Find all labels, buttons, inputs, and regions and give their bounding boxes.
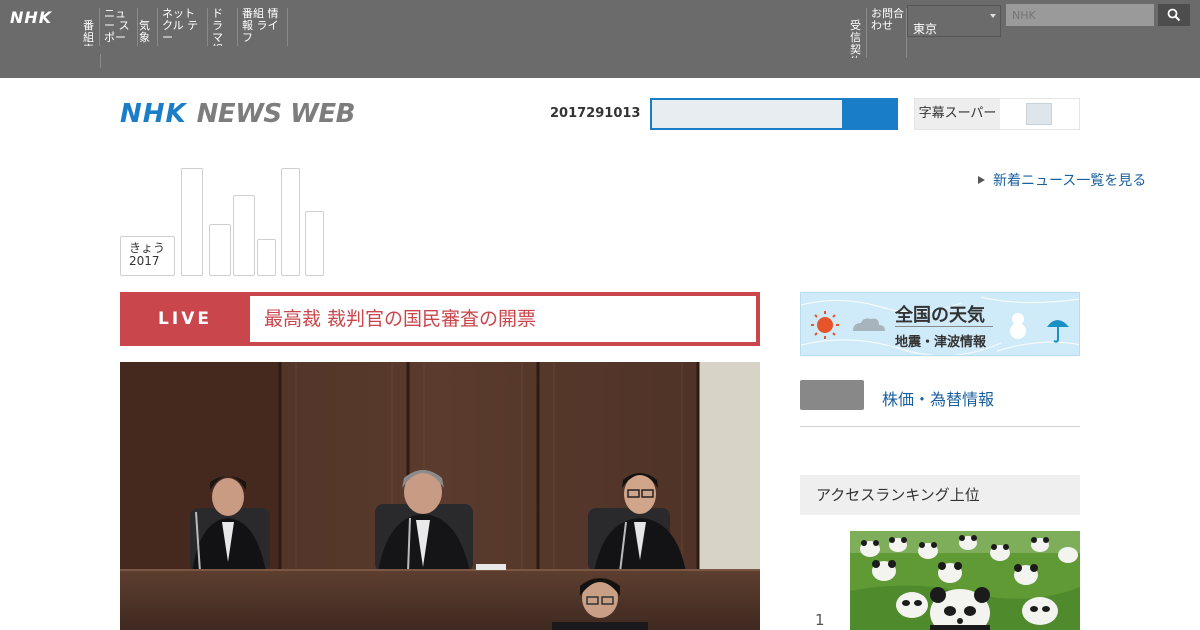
latest-news-link[interactable]: 新着ニュース一覧を見る <box>978 170 1146 190</box>
global-nav-item[interactable]: ネットクル テー <box>158 8 208 46</box>
stock-info: 株価・為替情報 <box>800 380 1080 427</box>
weather-subtitle: 地震・津波情報 <box>895 335 987 350</box>
region-select-value: 東京 <box>913 22 938 36</box>
nav-divider <box>100 54 101 68</box>
graph-bar[interactable] <box>181 168 203 276</box>
region-select[interactable]: 東京 <box>907 5 1001 37</box>
global-nav-item[interactable]: ドラマ 組表 <box>208 8 238 46</box>
global-nav-right: 受信 契約 お問合 わせ <box>850 8 907 58</box>
subtitle-toggle[interactable]: 字幕スーパー <box>914 98 1080 130</box>
search-icon <box>1167 8 1181 22</box>
stock-button[interactable] <box>800 380 864 410</box>
latest-news-link-label: 新着ニュース一覧を見る <box>993 173 1147 189</box>
triangle-right-icon <box>978 176 985 184</box>
toggle-switch[interactable] <box>1026 103 1052 125</box>
nhk-logo[interactable]: NHK <box>10 8 52 27</box>
weather-title: 全国の天気 <box>895 305 985 326</box>
site-search-button[interactable] <box>1158 4 1190 26</box>
graph-bar[interactable] <box>305 211 324 276</box>
live-tag: LIVE <box>158 309 212 329</box>
courtroom-photo <box>120 362 760 630</box>
news-search <box>650 98 898 130</box>
site-search-input[interactable] <box>1006 4 1154 26</box>
weather-banner[interactable]: 全国の天気 地震・津波情報 <box>800 292 1080 356</box>
graph-bar[interactable] <box>233 195 255 276</box>
date-code: 2017291013 <box>550 106 641 121</box>
news-web-logo[interactable]: NHK NEWS WEB <box>120 99 355 129</box>
graph-bar[interactable] <box>209 224 231 276</box>
global-nav-item[interactable]: 番組 表 <box>82 8 100 46</box>
weather-divider <box>895 326 993 327</box>
chevron-down-icon <box>990 14 996 18</box>
main-video[interactable] <box>120 362 760 630</box>
news-timeline-graph: きょう 2017 <box>120 160 340 278</box>
global-nav-item[interactable]: ニュー スポー <box>100 8 138 46</box>
ranking-thumbnail[interactable] <box>850 531 1080 630</box>
global-nav-item[interactable]: 番組 情報 ライフ <box>238 8 288 46</box>
stock-link[interactable]: 株価・為替情報 <box>882 386 994 410</box>
graph-bar[interactable] <box>257 239 276 276</box>
live-title: 最高裁 裁判官の国民審査の開票 <box>250 296 756 342</box>
global-nav-item[interactable]: 気象 <box>138 8 158 46</box>
ranking-number: 1 <box>815 611 825 629</box>
global-nav-item[interactable]: お問合 わせ <box>867 8 907 58</box>
logo-news-web: NEWS WEB <box>196 99 356 129</box>
news-search-button[interactable] <box>842 100 896 128</box>
graph-bar[interactable] <box>281 168 300 276</box>
logo-nhk: NHK <box>120 99 187 129</box>
subtitle-toggle-label: 字幕スーパー <box>915 99 1000 129</box>
live-banner[interactable]: LIVE 最高裁 裁判官の国民審査の開票 <box>120 292 760 346</box>
global-nav-item[interactable]: 受信 契約 <box>850 8 867 58</box>
global-nav: 番組 表 ニュー スポー 気象 ネットクル テー ドラマ 組表 番組 情報 ライ… <box>82 8 288 46</box>
graph-date-year: 2017 <box>129 254 160 268</box>
global-header: NHK 番組 表 ニュー スポー 気象 ネットクル テー ドラマ 組表 番組 情… <box>0 0 1200 78</box>
panda-photo <box>850 531 1080 630</box>
news-search-input[interactable] <box>652 100 842 128</box>
graph-date-box[interactable]: きょう 2017 <box>120 236 175 276</box>
ranking-heading: アクセスランキング上位 <box>800 475 1080 515</box>
